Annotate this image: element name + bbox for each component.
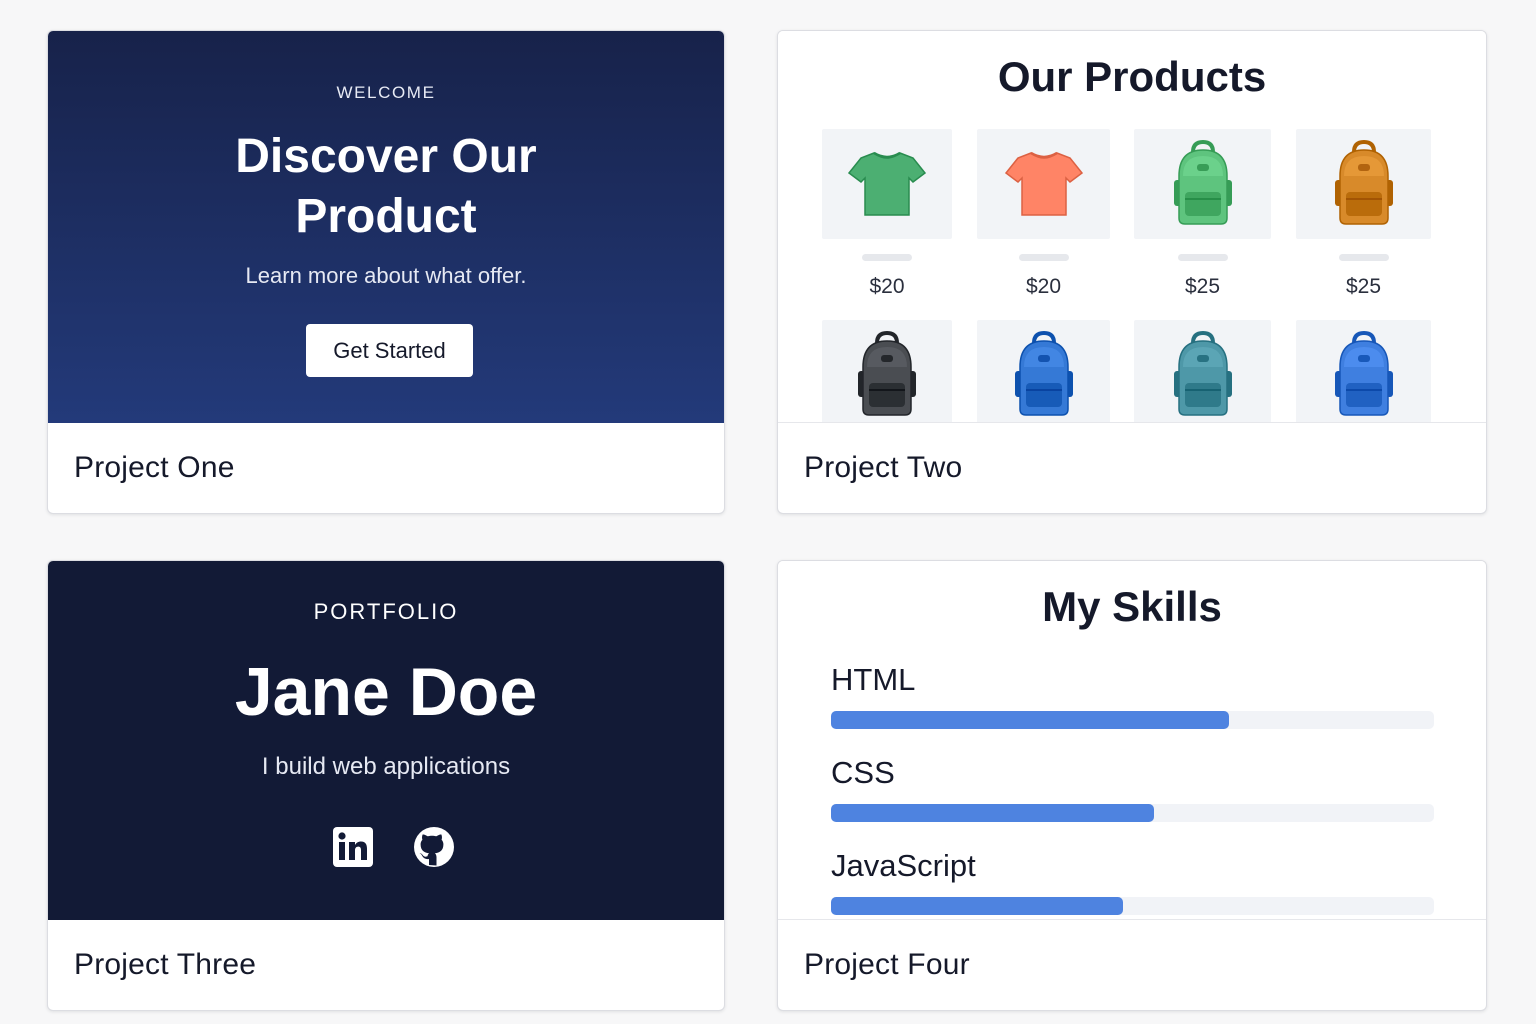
product-name-placeholder bbox=[1018, 254, 1069, 261]
project-card-two[interactable]: Our Products $20 $20 $25 $25 Project Two bbox=[777, 30, 1487, 514]
product-price: $20 bbox=[869, 275, 905, 298]
project-one-preview[interactable]: WELCOME Discover Our Product Learn more … bbox=[48, 31, 724, 423]
project-card-one[interactable]: WELCOME Discover Our Product Learn more … bbox=[47, 30, 725, 514]
card-footer: Project One bbox=[48, 423, 724, 513]
card-title[interactable]: Project One bbox=[74, 451, 235, 485]
product-price: $25 bbox=[1345, 275, 1382, 298]
skill-progress-fill bbox=[831, 804, 1154, 822]
product-tile[interactable] bbox=[1134, 129, 1271, 239]
product-tile[interactable] bbox=[1296, 129, 1431, 239]
product-tile[interactable] bbox=[1134, 320, 1271, 422]
product-name-placeholder bbox=[1338, 254, 1389, 261]
hero-eyebrow: WELCOME bbox=[336, 83, 436, 102]
card-title[interactable]: Project Four bbox=[804, 948, 970, 982]
skill-label: HTML bbox=[831, 662, 916, 697]
product-tile[interactable] bbox=[822, 320, 952, 422]
card-footer: Project Two bbox=[778, 423, 1486, 513]
product-name-placeholder bbox=[862, 254, 912, 261]
product-tile[interactable] bbox=[822, 129, 952, 239]
project-card-three[interactable]: PORTFOLIO Jane Doe I build web applicati… bbox=[47, 560, 725, 1011]
products-heading: Our Products bbox=[997, 53, 1267, 100]
github-icon[interactable] bbox=[412, 825, 456, 869]
card-footer: Project Three bbox=[48, 920, 724, 1010]
product-tile[interactable] bbox=[1296, 320, 1431, 422]
get-started-button[interactable]: Get Started bbox=[306, 324, 473, 377]
project-three-preview[interactable]: PORTFOLIO Jane Doe I build web applicati… bbox=[48, 561, 724, 920]
skill-label: CSS bbox=[831, 755, 895, 790]
skill-progress-fill bbox=[831, 711, 1229, 729]
hero-headline-line2: Product bbox=[295, 190, 477, 243]
skills-heading: My Skills bbox=[1042, 583, 1222, 630]
product-tile[interactable] bbox=[977, 320, 1110, 422]
product-price: $25 bbox=[1184, 275, 1221, 298]
portfolio-subtitle: I build web applications bbox=[261, 753, 511, 780]
linkedin-icon[interactable] bbox=[331, 825, 375, 869]
skill-progress-track bbox=[831, 897, 1434, 915]
product-tile[interactable] bbox=[977, 129, 1110, 239]
product-price: $20 bbox=[1025, 275, 1062, 298]
project-four-preview[interactable]: My Skills HTML CSS JavaScript bbox=[778, 561, 1486, 920]
hero-subtitle: Learn more about what offer. bbox=[245, 263, 527, 288]
product-name-placeholder bbox=[1177, 254, 1228, 261]
card-footer: Project Four bbox=[778, 920, 1486, 1010]
skill-progress-fill bbox=[831, 897, 1123, 915]
portfolio-eyebrow: PORTFOLIO bbox=[313, 599, 459, 624]
card-title[interactable]: Project Two bbox=[804, 451, 962, 485]
hero-headline-line1: Discover Our bbox=[235, 130, 537, 183]
skill-label: JavaScript bbox=[831, 848, 976, 883]
hero-headline: Discover Our Product bbox=[48, 127, 724, 247]
project-card-four[interactable]: My Skills HTML CSS JavaScript Project Four bbox=[777, 560, 1487, 1011]
skill-progress-track bbox=[831, 804, 1434, 822]
skill-progress-track bbox=[831, 711, 1434, 729]
card-title[interactable]: Project Three bbox=[74, 948, 256, 982]
portfolio-name: Jane Doe bbox=[234, 654, 538, 730]
project-two-preview[interactable]: Our Products $20 $20 $25 $25 bbox=[778, 31, 1486, 423]
